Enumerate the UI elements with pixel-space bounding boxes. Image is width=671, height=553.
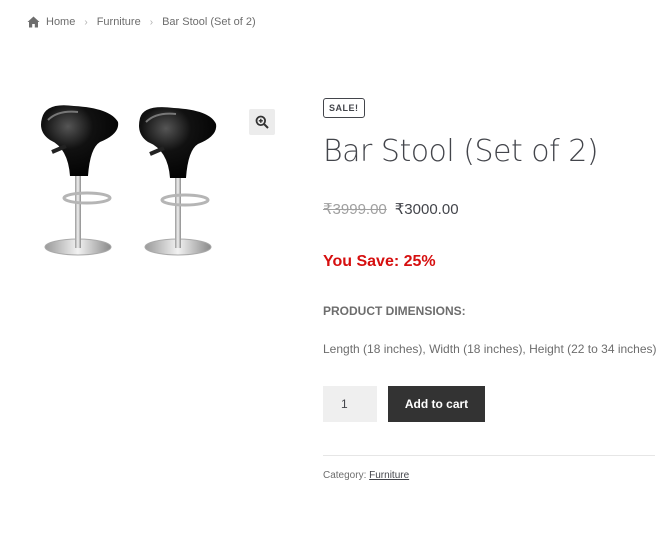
product-title: Bar Stool (Set of 2) xyxy=(323,134,599,169)
breadcrumb: Home › Furniture › Bar Stool (Set of 2) xyxy=(27,16,256,28)
breadcrumb-current: Bar Stool (Set of 2) xyxy=(162,16,256,28)
quantity-input[interactable] xyxy=(323,386,377,422)
dimensions-heading: PRODUCT DIMENSIONS: xyxy=(323,304,466,318)
sale-price: ₹3000.00 xyxy=(394,201,459,218)
price: ₹3999.00 ₹3000.00 xyxy=(323,200,658,218)
dimensions-text: Length (18 inches), Width (18 inches), H… xyxy=(323,342,657,356)
sale-badge: SALE! xyxy=(323,98,365,118)
add-to-cart-form: Add to cart xyxy=(323,386,658,422)
zoom-button[interactable] xyxy=(249,109,275,135)
category-label: Category: xyxy=(323,470,367,481)
breadcrumb-separator-icon: › xyxy=(84,16,88,28)
old-price: ₹3999.00 xyxy=(323,201,387,218)
product-meta: Category: Furniture xyxy=(323,470,658,481)
product-image[interactable] xyxy=(28,96,278,266)
you-save-text: You Save: 25% xyxy=(323,253,436,270)
divider xyxy=(323,455,655,456)
stool-left xyxy=(41,105,119,256)
add-to-cart-button[interactable]: Add to cart xyxy=(388,386,485,422)
zoom-in-icon xyxy=(255,115,269,129)
breadcrumb-furniture-link[interactable]: Furniture xyxy=(97,16,141,28)
breadcrumb-separator-icon: › xyxy=(149,16,154,28)
home-icon[interactable] xyxy=(27,16,40,28)
product-summary: SALE! Bar Stool (Set of 2) ₹3999.00 ₹3000… xyxy=(323,98,658,481)
bar-stools-image xyxy=(41,105,217,256)
breadcrumb-home-link[interactable]: Home xyxy=(46,16,75,28)
category-link[interactable]: Furniture xyxy=(369,470,409,481)
stool-right xyxy=(139,107,217,256)
